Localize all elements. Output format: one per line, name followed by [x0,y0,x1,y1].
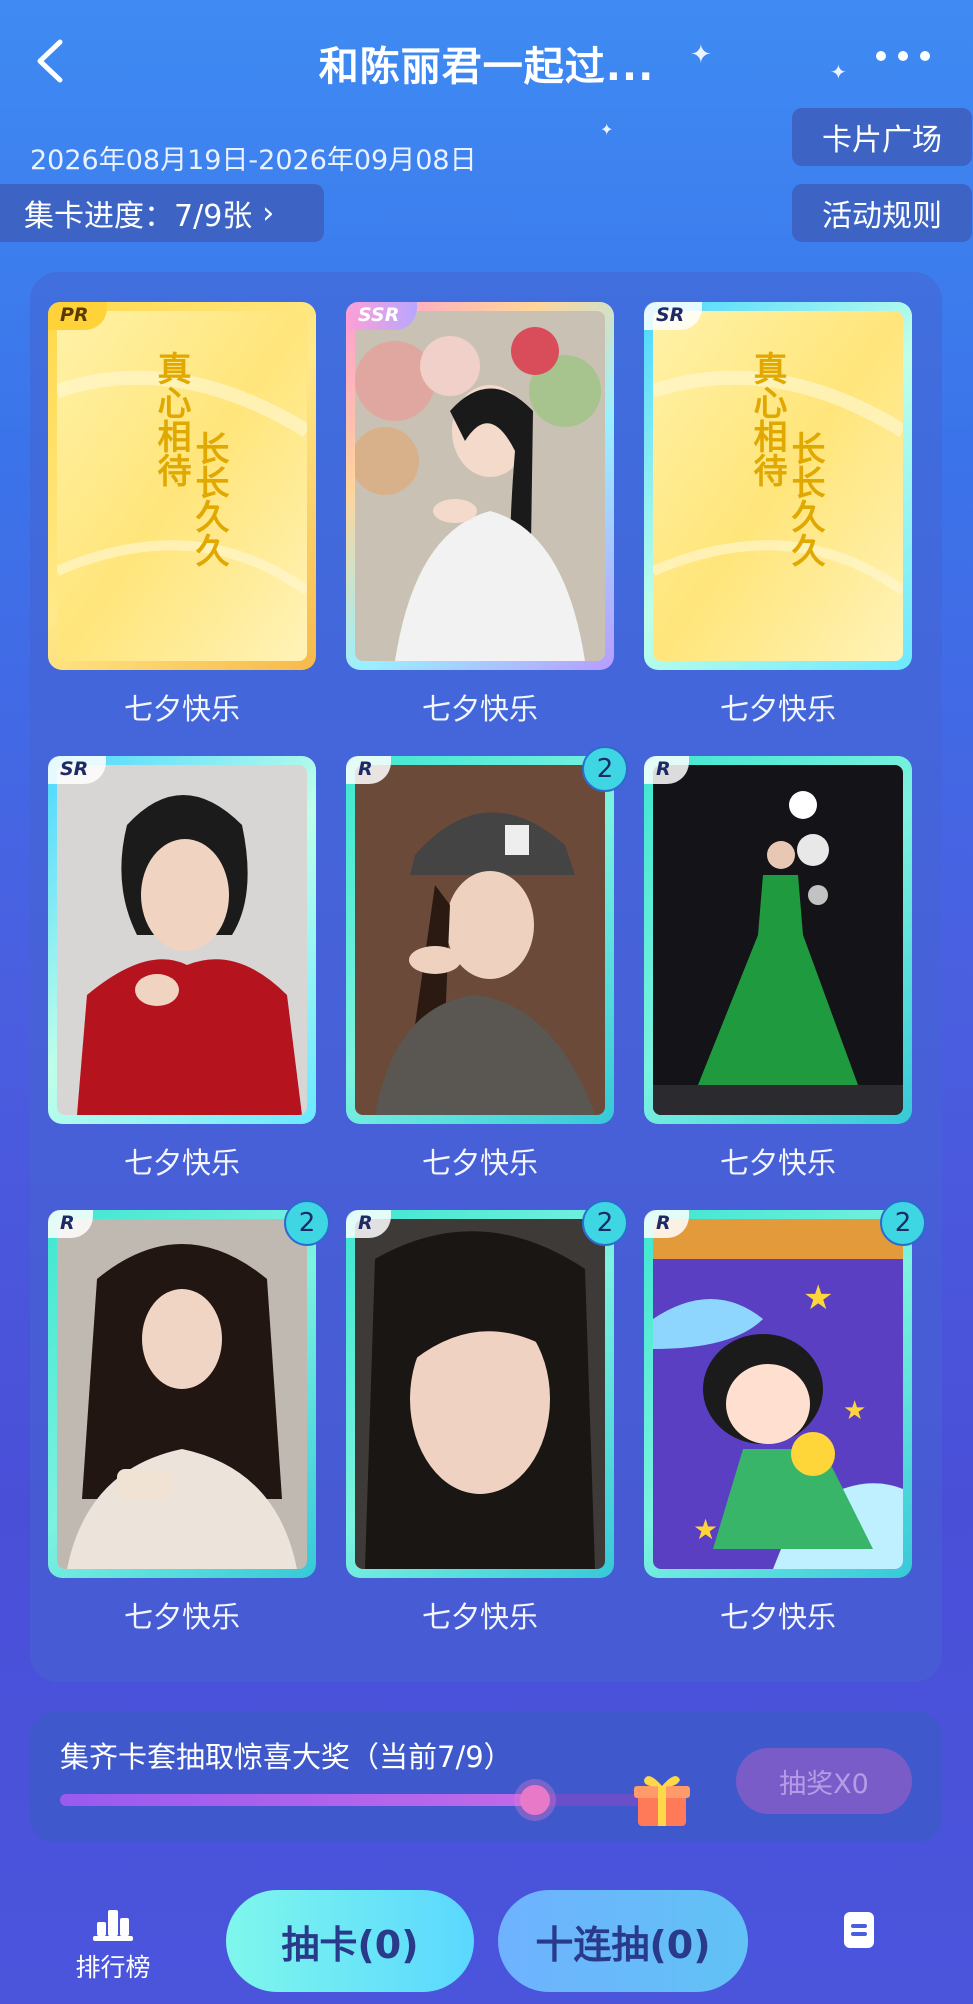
card-art-portrait-phone [57,1219,307,1569]
card-plaza-label: 卡片广场 [822,123,942,158]
card-frame: SR [48,756,316,1124]
card-slot[interactable]: 真心相待 长长久久 PR 七夕快乐 [48,302,316,728]
more-dots-icon [876,51,930,61]
prize-progress-track [60,1785,670,1815]
ten-draw-label: 十连抽(0) [535,1922,711,1967]
card-slot[interactable]: SSR 七夕快乐 [346,302,614,728]
collection-progress-button[interactable]: 集卡进度：7/9张 › [0,184,324,242]
rules-button[interactable]: 活动规则 [792,184,972,242]
ten-draw-button[interactable]: 十连抽(0) [498,1890,748,1992]
rarity-badge: PR [48,302,107,330]
page-title: 和陈丽君一起过... [318,44,655,90]
card-plaza-button[interactable]: 卡片广场 [792,108,972,166]
card-slot[interactable]: R 2 七夕快乐 [346,746,628,1182]
card-frame: SSR [346,302,614,670]
svg-text:★: ★ [693,1513,718,1546]
event-date-range: 2026年08月19日-2026年09月08日 [30,145,477,176]
rules-label: 活动规则 [822,199,942,234]
more-button[interactable] [873,44,933,68]
card-slot[interactable]: R 2 七夕快乐 [48,1200,330,1636]
progress-label: 集卡进度：7/9张 [24,199,253,234]
bar-chart-icon [93,1910,133,1941]
prize-progress-fill [60,1794,535,1806]
lottery-button[interactable]: 抽奖X0 [736,1748,912,1814]
chevron-right-icon: › [262,195,275,231]
svg-text:★: ★ [843,1396,866,1426]
lottery-button-label: 抽奖X0 [779,1768,869,1800]
card-frame: R [346,756,614,1124]
duplicate-count-badge: 2 [880,1200,926,1246]
card-art-calligraphy: 真心相待 长长久久 [653,311,903,661]
card-slot[interactable]: R 2 七夕快乐 [346,1200,628,1636]
card-label: 七夕快乐 [719,1600,836,1634]
rarity-badge: SSR [346,302,418,330]
card-frame: R [346,1210,614,1578]
card-art-cartoon-stars: ★ ★ ★ [653,1219,903,1569]
card-art-stage-green-dress [653,765,903,1115]
bottom-action-bar: 排行榜 抽卡(0) 十连抽(0) [0,1876,973,2004]
card-frame: 真心相待 长长久久 SR [644,302,912,670]
card-frame: R [644,756,912,1124]
card-art-portrait-flowers [355,311,605,661]
card-label: 七夕快乐 [421,1600,538,1634]
prize-description: 集齐卡套抽取惊喜大奖（当前7/9） [60,1740,513,1774]
card-label: 七夕快乐 [719,1146,836,1180]
card-art-portrait-red [57,765,307,1115]
card-art-portrait-cap [355,765,605,1115]
duplicate-count-badge: 2 [582,1200,628,1246]
duplicate-count-badge: 2 [284,1200,330,1246]
calligraphy-text-2: 长长久久 [785,431,825,567]
sparkle-icon: ✦ [600,120,614,139]
duplicate-count-badge: 2 [582,746,628,792]
ranking-button[interactable]: 排行榜 [68,1906,158,1984]
document-icon[interactable] [842,1910,876,1950]
card-slot[interactable]: SR 七夕快乐 [48,756,316,1182]
card-label: 七夕快乐 [123,1146,240,1180]
card-frame: 真心相待 长长久久 PR [48,302,316,670]
card-label: 七夕快乐 [123,692,240,726]
prize-progress-panel: 集齐卡套抽取惊喜大奖（当前7/9） 抽奖X0 [30,1712,942,1842]
card-label: 七夕快乐 [421,692,538,726]
card-label: 七夕快乐 [421,1146,538,1180]
prize-progress-thumb [519,1785,550,1815]
card-art-calligraphy: 真心相待 长长久久 [57,311,307,661]
card-label: 七夕快乐 [719,692,836,726]
card-label: 七夕快乐 [123,1600,240,1634]
card-frame: R [48,1210,316,1578]
gift-icon [634,1776,690,1826]
card-slot[interactable]: 真心相待 长长久久 SR 七夕快乐 [644,302,912,728]
draw-card-label: 抽卡(0) [281,1922,419,1967]
calligraphy-text-2: 长长久久 [189,431,229,567]
card-slot[interactable]: ★ ★ ★ R 2 七夕快乐 [644,1200,926,1636]
card-frame: ★ ★ ★ R [644,1210,912,1578]
ranking-label: 排行榜 [75,1953,151,1982]
draw-card-button[interactable]: 抽卡(0) [226,1890,474,1992]
svg-text:★: ★ [803,1278,833,1318]
card-art-portrait-closeup [355,1219,605,1569]
card-slot[interactable]: R 七夕快乐 [644,756,912,1182]
